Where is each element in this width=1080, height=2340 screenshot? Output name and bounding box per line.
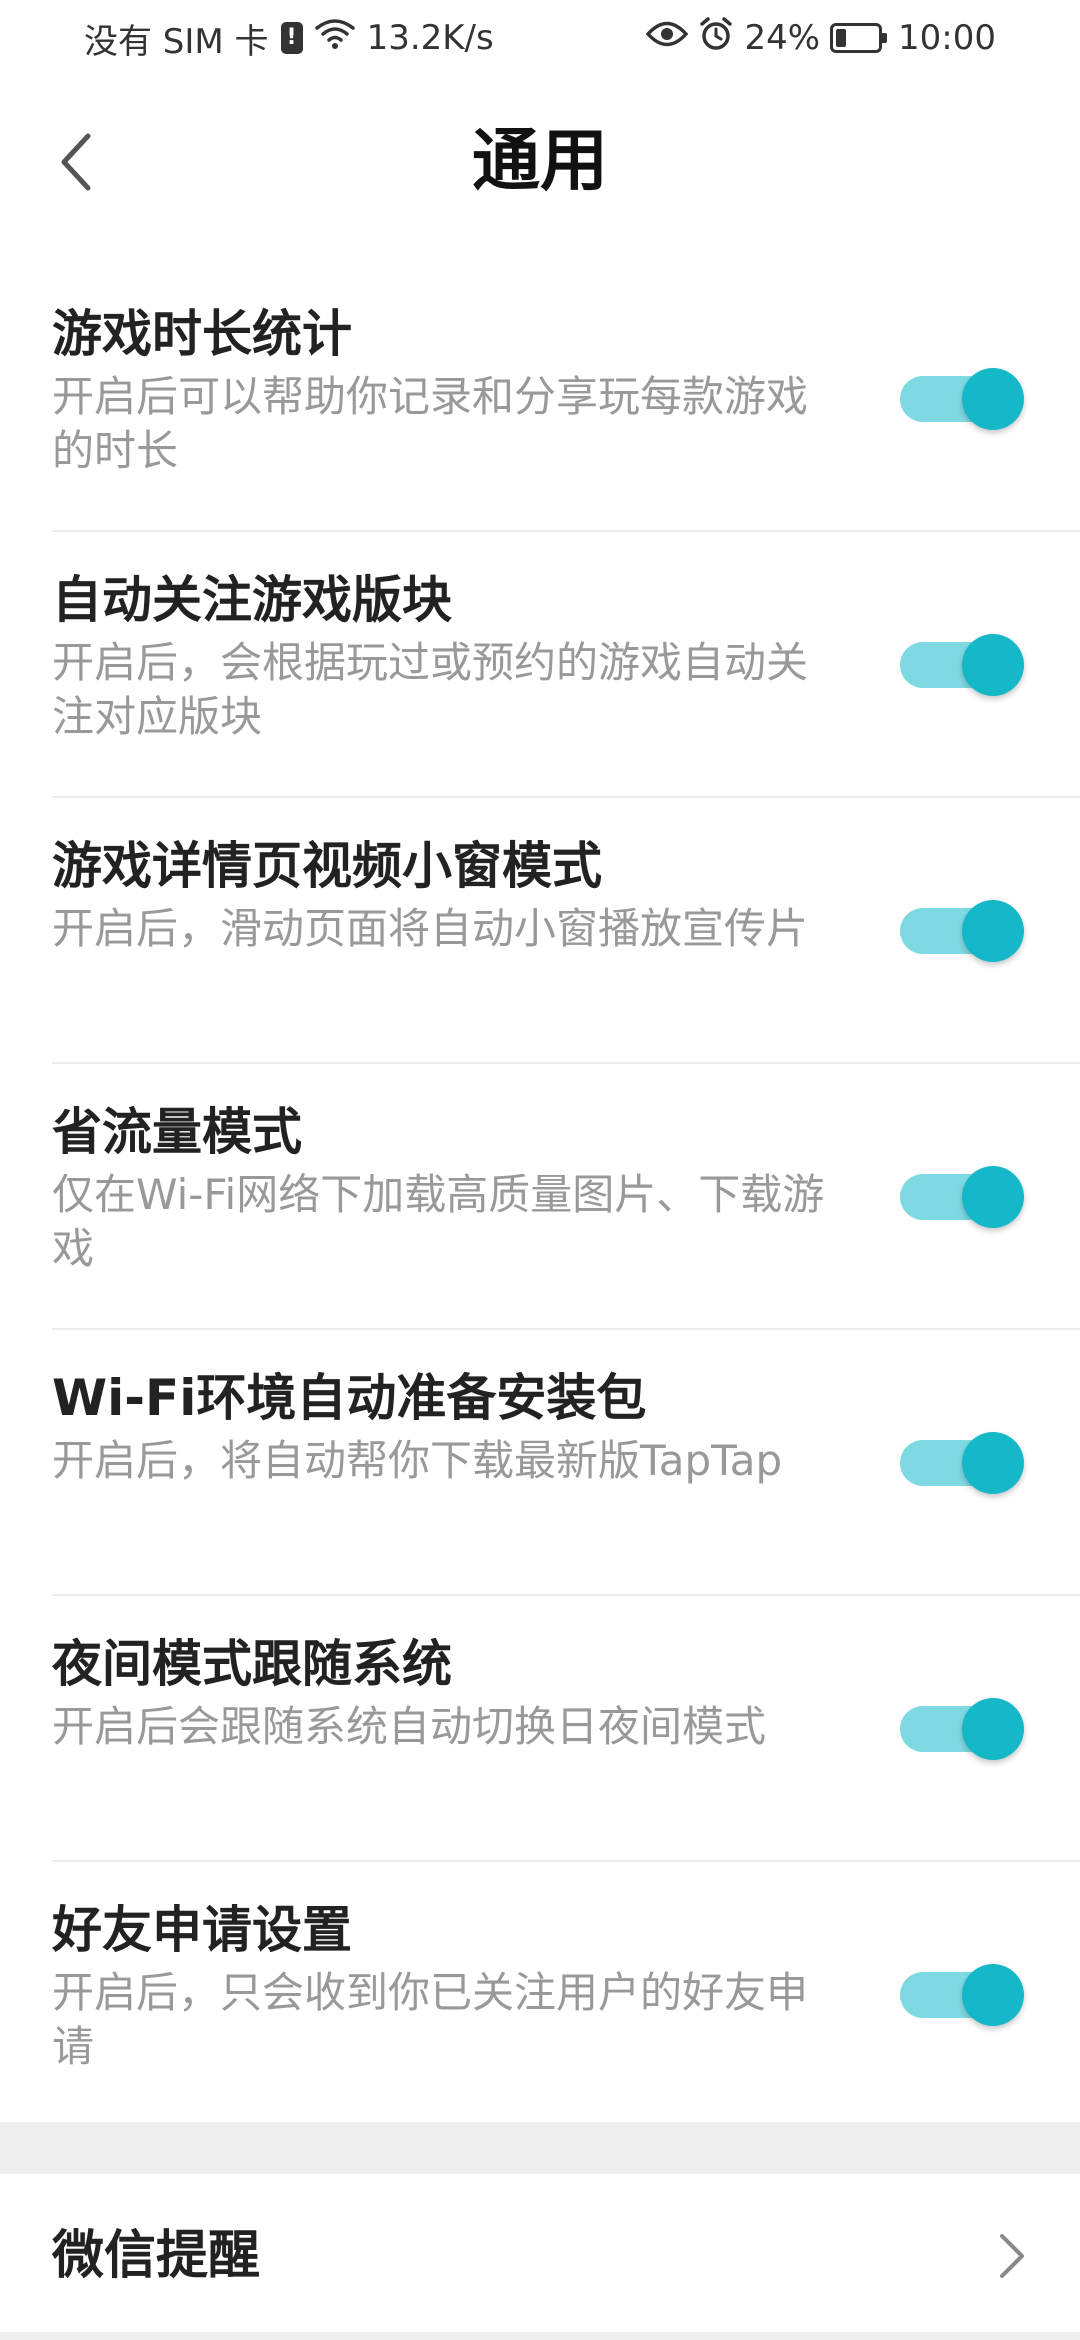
settings-list: 游戏时长统计 开启后可以帮助你记录和分享玩每款游戏的时长 自动关注游戏版块 开启… — [0, 266, 1080, 2128]
setting-toggle-4[interactable] — [900, 1160, 1024, 1228]
bottom-divider — [0, 2332, 1080, 2340]
toggle-knob — [962, 900, 1024, 962]
settings-page: 没有 SIM 卡 ! 13.2K/s 24% 10:00 通用 游戏时长统计 开… — [0, 0, 1080, 2340]
setting-row-1: 游戏时长统计 开启后可以帮助你记录和分享玩每款游戏的时长 — [0, 266, 1080, 532]
setting-row-7: 好友申请设置 开启后，只会收到你已关注用户的好友申请 — [0, 1862, 1080, 2128]
setting-toggle-1[interactable] — [900, 362, 1024, 430]
alarm-icon — [698, 16, 734, 61]
wechat-reminder-row[interactable]: 微信提醒 — [0, 2174, 1080, 2338]
setting-description: 开启后，滑动页面将自动小窗播放宣传片 — [52, 904, 809, 953]
clock-time: 10:00 — [898, 18, 996, 58]
battery-level — [836, 29, 847, 47]
setting-row-3: 游戏详情页视频小窗模式 开启后，滑动页面将自动小窗播放宣传片 — [0, 798, 1080, 1064]
setting-text: 夜间模式跟随系统 开启后会跟随系统自动切换日夜间模式 — [52, 1632, 832, 1754]
setting-toggle-7[interactable] — [900, 1958, 1024, 2026]
setting-description: 开启后会跟随系统自动切换日夜间模式 — [52, 1702, 767, 1751]
setting-text: 游戏详情页视频小窗模式 开启后，滑动页面将自动小窗播放宣传片 — [52, 834, 832, 956]
wechat-reminder-label: 微信提醒 — [52, 2226, 261, 2286]
setting-title: Wi-Fi环境自动准备安装包 — [52, 1369, 647, 1427]
header: 通用 — [0, 96, 1080, 236]
toggle-knob — [962, 1964, 1024, 2026]
chevron-right-icon — [1000, 2234, 1024, 2278]
sim-alert-icon: ! — [280, 22, 303, 54]
toggle-knob — [962, 1432, 1024, 1494]
section-divider — [0, 2122, 1080, 2174]
battery-percent: 24% — [744, 18, 821, 58]
toggle-knob — [962, 634, 1024, 696]
setting-title: 夜间模式跟随系统 — [52, 1635, 452, 1693]
setting-title: 自动关注游戏版块 — [52, 571, 452, 629]
setting-text: 自动关注游戏版块 开启后，会根据玩过或预约的游戏自动关注对应版块 — [52, 568, 832, 744]
battery-icon — [830, 23, 888, 53]
setting-toggle-3[interactable] — [900, 894, 1024, 962]
toggle-knob — [962, 1166, 1024, 1228]
setting-description: 开启后，只会收到你已关注用户的好友申请 — [52, 1968, 809, 2071]
setting-toggle-6[interactable] — [900, 1692, 1024, 1760]
setting-description: 开启后，将自动帮你下载最新版TapTap — [52, 1436, 783, 1485]
setting-row-4: 省流量模式 仅在Wi-Fi网络下加载高质量图片、下载游戏 — [0, 1064, 1080, 1330]
setting-row-5: Wi-Fi环境自动准备安装包 开启后，将自动帮你下载最新版TapTap — [0, 1330, 1080, 1596]
setting-text: 好友申请设置 开启后，只会收到你已关注用户的好友申请 — [52, 1898, 832, 2074]
toggle-knob — [962, 1698, 1024, 1760]
status-right: 24% 10:00 — [646, 16, 996, 61]
setting-text: 游戏时长统计 开启后可以帮助你记录和分享玩每款游戏的时长 — [52, 302, 832, 478]
eye-icon — [646, 18, 689, 58]
setting-row-6: 夜间模式跟随系统 开启后会跟随系统自动切换日夜间模式 — [0, 1596, 1080, 1862]
setting-description: 开启后，会根据玩过或预约的游戏自动关注对应版块 — [52, 638, 809, 741]
setting-toggle-2[interactable] — [900, 628, 1024, 696]
setting-text: Wi-Fi环境自动准备安装包 开启后，将自动帮你下载最新版TapTap — [52, 1366, 832, 1488]
setting-row-2: 自动关注游戏版块 开启后，会根据玩过或预约的游戏自动关注对应版块 — [0, 532, 1080, 798]
setting-description: 开启后可以帮助你记录和分享玩每款游戏的时长 — [52, 372, 809, 475]
carrier-text: 没有 SIM 卡 — [84, 21, 269, 62]
setting-title: 省流量模式 — [52, 1103, 302, 1161]
setting-title: 游戏时长统计 — [52, 305, 352, 363]
wifi-icon — [314, 18, 355, 59]
setting-title: 游戏详情页视频小窗模式 — [52, 837, 602, 895]
setting-description: 仅在Wi-Fi网络下加载高质量图片、下载游戏 — [52, 1170, 825, 1273]
setting-title: 好友申请设置 — [52, 1901, 352, 1959]
setting-text: 省流量模式 仅在Wi-Fi网络下加载高质量图片、下载游戏 — [52, 1100, 832, 1276]
status-left: 没有 SIM 卡 ! 13.2K/s — [84, 14, 494, 63]
toggle-knob — [962, 368, 1024, 430]
status-bar: 没有 SIM 卡 ! 13.2K/s 24% 10:00 — [0, 0, 1080, 76]
network-speed: 13.2K/s — [366, 18, 494, 58]
setting-toggle-5[interactable] — [900, 1426, 1024, 1494]
page-title: 通用 — [471, 122, 608, 201]
